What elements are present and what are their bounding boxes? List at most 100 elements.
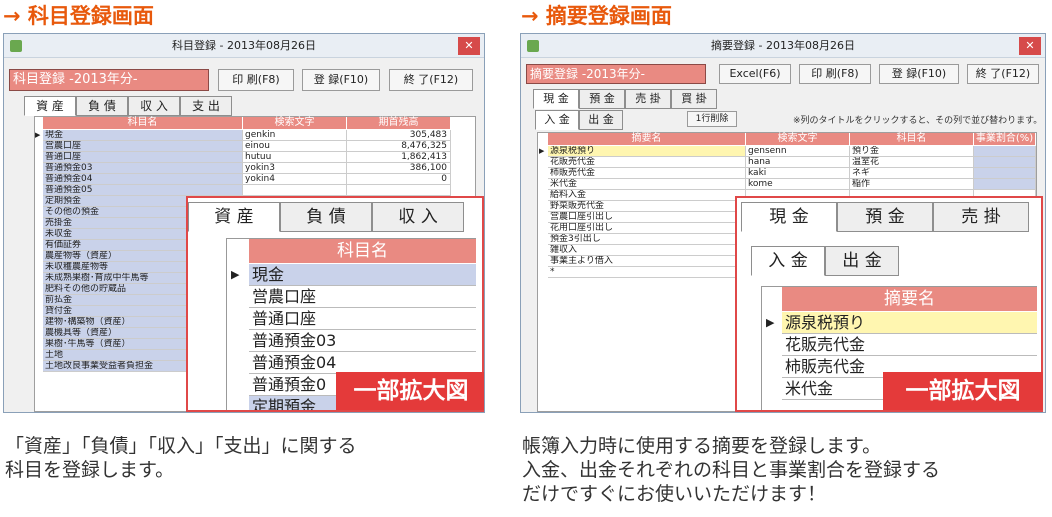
- search-text-cell[interactable]: [243, 185, 347, 196]
- tab-assets[interactable]: 資 産: [24, 96, 76, 116]
- year-header: 摘要登録 -2013年分-: [526, 64, 706, 84]
- tab-withdrawal[interactable]: 出 金: [579, 110, 623, 130]
- search-text-cell[interactable]: gensenn: [746, 146, 850, 157]
- tab-deposit[interactable]: 預 金: [579, 89, 625, 109]
- table-row[interactable]: ▶ 現金 genkin 305,483: [35, 130, 475, 141]
- search-text-cell[interactable]: yokin3: [243, 163, 347, 174]
- account-name-cell[interactable]: ネギ: [850, 168, 974, 179]
- opening-balance-cell[interactable]: 0: [347, 174, 451, 185]
- summary-name-cell[interactable]: 事業主より借入: [548, 256, 746, 267]
- column-header-search[interactable]: 検索文字: [243, 117, 347, 129]
- business-ratio-cell[interactable]: [974, 168, 1036, 179]
- account-name-cell[interactable]: 預り金: [850, 146, 974, 157]
- account-name-cell[interactable]: 温室花: [850, 157, 974, 168]
- account-name-cell[interactable]: 普通預金03: [43, 163, 243, 174]
- opening-balance-cell[interactable]: 305,483: [347, 130, 451, 141]
- summary-name-cell[interactable]: 預金3引出し: [548, 234, 746, 245]
- summary-name-cell[interactable]: 花用口座引出し: [548, 223, 746, 234]
- register-button[interactable]: 登 録(F10): [879, 64, 959, 84]
- summary-name-cell[interactable]: 雑収入: [548, 245, 746, 256]
- zoom-list-item: 普通預金04: [227, 352, 476, 374]
- print-button[interactable]: 印 刷(F8): [218, 69, 294, 91]
- tab-cash[interactable]: 現 金: [533, 89, 579, 109]
- search-text-cell[interactable]: yokin4: [243, 174, 347, 185]
- search-text-cell[interactable]: hutuu: [243, 152, 347, 163]
- search-text-cell[interactable]: hana: [746, 157, 850, 168]
- year-header: 科目登録 -2013年分-: [9, 69, 209, 91]
- zoom-cell: 源泉税預り: [782, 312, 1037, 334]
- account-name-cell[interactable]: 普通口座: [43, 152, 243, 163]
- table-row[interactable]: 営農口座 einou 8,476,325: [35, 141, 475, 152]
- close-icon[interactable]: ✕: [458, 37, 480, 55]
- zoom-list-item: ▶ 現金: [227, 264, 476, 286]
- column-header-account[interactable]: 科目名: [850, 133, 974, 145]
- opening-balance-cell[interactable]: 8,476,325: [347, 141, 451, 152]
- exit-button[interactable]: 終 了(F12): [389, 69, 473, 91]
- business-ratio-cell[interactable]: [974, 146, 1036, 157]
- close-icon[interactable]: ✕: [1019, 37, 1041, 55]
- zoom-tab-deposit-in: 入 金: [751, 246, 825, 276]
- zoom-list-item: 普通預金03: [227, 330, 476, 352]
- table-row[interactable]: 普通預金03 yokin3 386,100: [35, 163, 475, 174]
- tab-payable[interactable]: 買 掛: [671, 89, 717, 109]
- sort-hint: ※列のタイトルをクリックすると、その列で並び替わります。: [793, 116, 1043, 126]
- account-name-cell[interactable]: 稲作: [850, 179, 974, 190]
- summary-name-cell[interactable]: 源泉税預り: [548, 146, 746, 157]
- summary-name-cell[interactable]: 野菜販売代金: [548, 201, 746, 212]
- exit-button[interactable]: 終 了(F12): [967, 64, 1039, 84]
- zoom-tab-withdrawal: 出 金: [825, 246, 899, 276]
- tab-deposit-in[interactable]: 入 金: [535, 110, 579, 130]
- right-description-line: 帳簿入力時に使用する摘要を登録します。: [522, 435, 882, 457]
- summary-name-cell[interactable]: 米代金: [548, 179, 746, 190]
- business-ratio-cell[interactable]: [974, 179, 1036, 190]
- register-button[interactable]: 登 録(F10): [302, 69, 380, 91]
- account-name-cell[interactable]: 営農口座: [43, 141, 243, 152]
- zoom-list-item: ▶ 源泉税預り: [762, 312, 1037, 334]
- table-row[interactable]: 柿販売代金 kaki ネギ: [538, 168, 1036, 179]
- table-row[interactable]: 花販売代金 hana 温室花: [538, 157, 1036, 168]
- summary-name-cell[interactable]: 柿販売代金: [548, 168, 746, 179]
- opening-balance-cell[interactable]: [347, 185, 451, 196]
- search-text-cell[interactable]: kaki: [746, 168, 850, 179]
- table-row[interactable]: 普通預金04 yokin4 0: [35, 174, 475, 185]
- tab-liabilities[interactable]: 負 債: [76, 96, 128, 116]
- summary-name-cell[interactable]: 営農口座引出し: [548, 212, 746, 223]
- zoom-tab-deposit: 預 金: [837, 202, 933, 232]
- account-name-cell[interactable]: 普通預金05: [43, 185, 243, 196]
- zoom-tab-receivable: 売 掛: [933, 202, 1029, 232]
- delete-row-button[interactable]: 1行削除: [687, 111, 737, 127]
- column-header-ratio[interactable]: 事業割合(%): [974, 133, 1036, 145]
- tab-receivable[interactable]: 売 掛: [625, 89, 671, 109]
- column-header-balance[interactable]: 期首残高: [347, 117, 451, 129]
- column-header-summary[interactable]: 摘要名: [548, 133, 746, 145]
- zoom-cell: 花販売代金: [782, 334, 1037, 356]
- right-description-line: だけですぐにお使いいただけます！: [522, 483, 827, 505]
- business-ratio-cell[interactable]: [974, 157, 1036, 168]
- zoom-badge-right: 一部拡大図: [883, 372, 1043, 410]
- zoom-cell: 現金: [249, 264, 476, 286]
- search-text-cell[interactable]: genkin: [243, 130, 347, 141]
- table-row[interactable]: 普通口座 hutuu 1,862,413: [35, 152, 475, 163]
- summary-name-cell[interactable]: 給料入金: [548, 190, 746, 201]
- table-row[interactable]: ▶ 源泉税預り gensenn 預り金: [538, 146, 1036, 157]
- opening-balance-cell[interactable]: 386,100: [347, 163, 451, 174]
- search-text-cell[interactable]: kome: [746, 179, 850, 190]
- print-button[interactable]: 印 刷(F8): [799, 64, 871, 84]
- summary-name-cell[interactable]: *: [548, 267, 746, 278]
- tab-expenses[interactable]: 支 出: [180, 96, 232, 116]
- tab-income[interactable]: 収 入: [128, 96, 180, 116]
- column-header-account[interactable]: 科目名: [43, 117, 243, 129]
- excel-button[interactable]: Excel(F6): [719, 64, 791, 84]
- summary-name-cell[interactable]: 花販売代金: [548, 157, 746, 168]
- account-name-cell[interactable]: 現金: [43, 130, 243, 141]
- table-row[interactable]: 米代金 kome 稲作: [538, 179, 1036, 190]
- opening-balance-cell[interactable]: 1,862,413: [347, 152, 451, 163]
- table-row[interactable]: 普通預金05: [35, 185, 475, 196]
- zoom-list-item: 花販売代金: [762, 334, 1037, 356]
- right-description-line: 入金、出金それぞれの科目と事業割合を登録する: [522, 459, 941, 481]
- column-header-search[interactable]: 検索文字: [746, 133, 850, 145]
- account-name-cell[interactable]: 普通預金04: [43, 174, 243, 185]
- account-tabs: 資 産 負 債 収 入 支 出: [24, 96, 232, 116]
- left-heading: → 科目登録画面: [3, 4, 154, 28]
- search-text-cell[interactable]: einou: [243, 141, 347, 152]
